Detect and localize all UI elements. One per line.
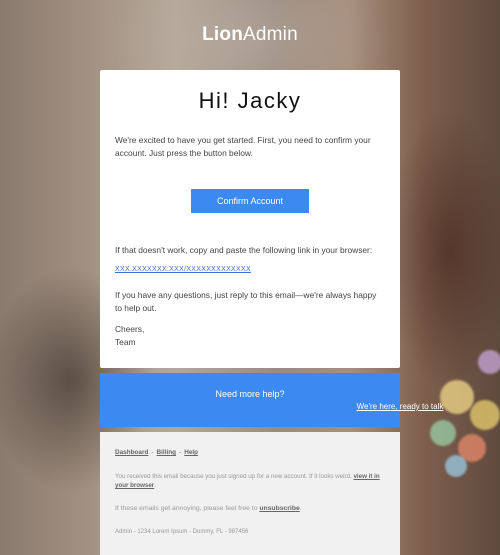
footer-nav: Dashboard - Billing - Help <box>115 449 198 456</box>
footer-nav-separator: - <box>151 449 154 456</box>
brand-logo: LionAdmin <box>0 24 500 46</box>
brand-logo-regular: Admin <box>243 24 298 45</box>
footer-address: Admin - 1234 Lorem Ipsum - Dummy, FL - 9… <box>115 529 249 535</box>
questions-text: If you have any questions, just reply to… <box>115 290 377 313</box>
confirm-account-button[interactable]: Confirm Account <box>191 189 309 213</box>
bokeh-light <box>430 420 456 446</box>
email-card: Hi! Jacky We're excited to have you get … <box>100 70 400 368</box>
help-contact-link[interactable]: We're here, ready to talk <box>250 402 500 411</box>
footer-annoying-text: If these emails get annoying, please fee… <box>115 505 258 512</box>
footer-unsubscribe-line: If these emails get annoying, please fee… <box>115 505 302 512</box>
footer-notice-text: You received this email because you just… <box>115 473 352 480</box>
signoff-cheers: Cheers, <box>115 324 145 334</box>
footer-link-help[interactable]: Help <box>184 449 198 456</box>
footer-link-billing[interactable]: Billing <box>157 449 177 456</box>
bokeh-light <box>445 455 467 477</box>
bokeh-light <box>478 350 500 374</box>
brand-logo-bold: Lion <box>202 24 244 45</box>
signoff-team: Team <box>115 337 136 347</box>
copy-link-instructions: If that doesn't work, copy and paste the… <box>115 245 373 255</box>
footer-unsubscribe-end: . <box>299 505 302 512</box>
intro-text: We're excited to have you get started. F… <box>115 135 371 158</box>
footer-link-dashboard[interactable]: Dashboard <box>115 449 148 456</box>
help-banner: Need more help? We're here, ready to tal… <box>100 373 443 427</box>
email-footer: Dashboard - Billing - Help You received this… <box>100 432 400 555</box>
help-title: Need more help? <box>215 389 285 399</box>
confirmation-link[interactable]: XXX.XXXXXXX.XXX/XXXXXXXXXXXXX <box>115 266 251 273</box>
footer-notice-end: . <box>154 482 156 489</box>
unsubscribe-link[interactable]: unsubscribe <box>259 505 299 512</box>
greeting-heading: Hi! Jacky <box>198 88 302 113</box>
footer-notice: You received this email because you just… <box>115 472 387 490</box>
footer-nav-separator: - <box>179 449 182 456</box>
